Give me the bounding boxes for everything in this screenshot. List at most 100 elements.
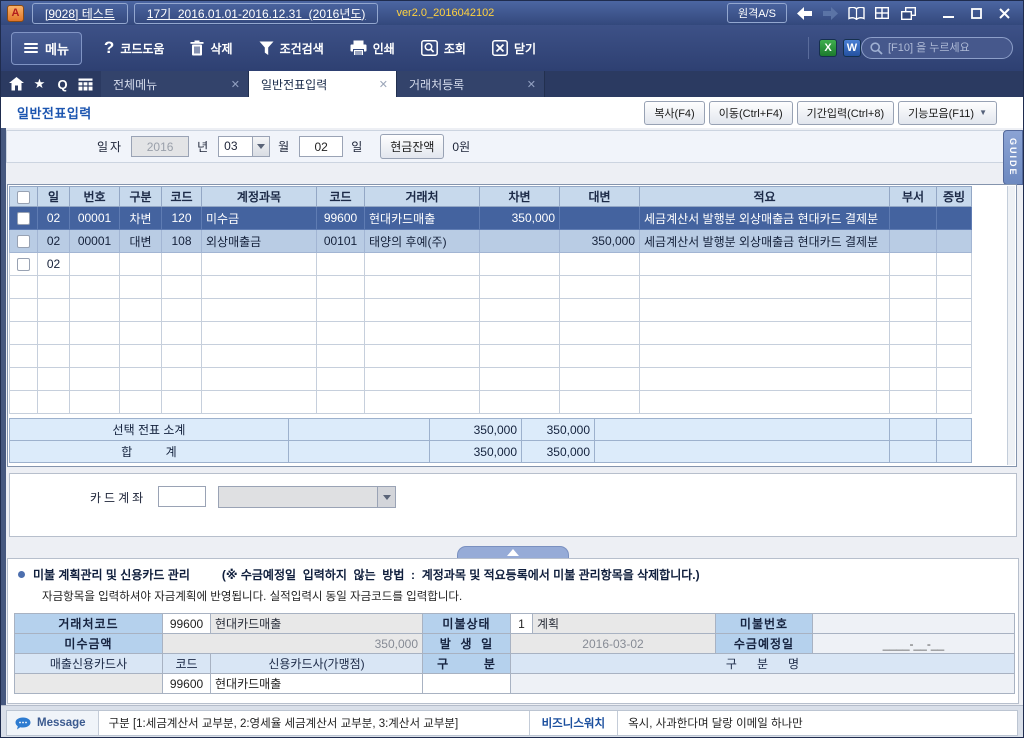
chevron-down-icon[interactable] (252, 137, 270, 156)
month-select[interactable]: 03 (218, 136, 271, 157)
close-window-icon[interactable] (995, 5, 1013, 21)
title-bar: A [9028] 테스트 17기 2016.01.01-2016.12.31 (… (1, 1, 1023, 25)
minimize-icon[interactable] (939, 5, 957, 21)
word-export-icon[interactable]: W (843, 39, 861, 57)
journal-row-selected[interactable]: 02 00001 차변 120 미수금 99600 현대카드매출 350,000… (9, 206, 972, 230)
cash-balance-button[interactable]: 현금잔액 (380, 134, 445, 159)
tab-customer-registration[interactable]: 거래처등록 ✕ (397, 71, 545, 97)
unpaid-status-name: 계획 (532, 613, 716, 634)
grid-empty-row[interactable] (9, 275, 972, 299)
unpaid-status-label: 미불상태 (422, 613, 511, 634)
calendar-icon[interactable] (74, 71, 97, 97)
quick-search-input[interactable] (888, 42, 1006, 54)
copy-button[interactable]: 복사(F4) (644, 100, 705, 125)
grid-empty-row[interactable] (9, 367, 972, 391)
favorites-star-icon[interactable]: ★ (28, 71, 51, 97)
grid-empty-row[interactable] (9, 321, 972, 345)
quick-menu-icon[interactable]: Q (51, 71, 74, 97)
year-label: 년 (197, 140, 211, 154)
close-button[interactable]: 닫기 (491, 40, 536, 57)
row-checkbox[interactable] (17, 235, 30, 249)
manual-book-icon[interactable] (847, 5, 865, 21)
gubun-code-field[interactable] (422, 673, 511, 694)
card-account-code-field[interactable] (158, 486, 207, 507)
due-date-label: 수금예정일 (715, 633, 813, 654)
gubun-name-header: 구 분 명 (510, 653, 1015, 674)
row-checkbox[interactable] (17, 258, 30, 272)
filter-search-button[interactable]: 조건검색 (259, 40, 324, 57)
select-all-checkbox[interactable] (17, 190, 30, 204)
page-title: 일반전표입력 (17, 106, 92, 121)
customer-code-label: 거래처코드 (14, 613, 163, 634)
date-filter-row: 일자 년 03 월 일 현금잔액 0원 (6, 130, 1006, 163)
grid-view-icon[interactable] (873, 5, 891, 21)
unpaid-status-code-field[interactable]: 1 (510, 613, 533, 634)
inquiry-label: 조회 (443, 41, 466, 56)
inquiry-button[interactable]: 조회 (420, 40, 466, 57)
back-arrow-icon[interactable] (795, 5, 813, 21)
col-customer-code: 코드 (316, 186, 365, 207)
move-button[interactable]: 이동(Ctrl+F4) (708, 100, 793, 125)
remote-as-button[interactable]: 원격A/S (727, 3, 787, 23)
tab-close-icon[interactable]: ✕ (231, 78, 240, 91)
home-icon[interactable] (5, 71, 28, 97)
select-all-cell[interactable] (9, 186, 38, 207)
tab-journal-entry[interactable]: 일반전표입력 ✕ (249, 71, 397, 97)
grid-empty-row[interactable] (9, 390, 972, 414)
col-customer: 거래처 (364, 186, 480, 207)
excel-export-icon[interactable]: X (819, 39, 837, 57)
subtotal-debit: 350,000 (429, 418, 522, 441)
delete-button[interactable]: 삭제 (190, 40, 233, 57)
maximize-icon[interactable] (967, 5, 985, 21)
vertical-scrollbar[interactable] (1007, 186, 1015, 465)
col-evidence: 증빙 (936, 186, 972, 207)
row-checkbox[interactable] (17, 212, 30, 226)
chevron-up-icon (507, 549, 519, 556)
search-box-icon (420, 40, 438, 56)
total-debit: 350,000 (429, 440, 522, 463)
function-menu-button[interactable]: 기능모음(F11) ▼ (898, 100, 997, 125)
unpaid-detail-form: 거래처코드 99600 현대카드매출 미불상태 1 계획 미불번호 미수금액 3… (14, 613, 1015, 694)
customer-code-field[interactable]: 99600 (162, 613, 211, 634)
unpaid-management-panel: 미불 계획관리 및 신용카드 관리 (※ 수금예정일 입력하지 않는 방법 : … (7, 558, 1019, 704)
due-date-field[interactable]: ____-__-__ (812, 633, 1015, 654)
day-field[interactable] (299, 136, 344, 157)
card-account-label: 카드계좌 (90, 491, 147, 505)
tab-close-icon[interactable]: ✕ (379, 78, 388, 91)
cascade-windows-icon[interactable] (899, 5, 917, 21)
guide-tab[interactable]: GUIDE (1003, 130, 1023, 185)
subtotal-row: 선택 전표 소계 350,000 350,000 (9, 418, 972, 441)
delete-label: 삭제 (210, 41, 233, 56)
gubun-label: 구 분 (422, 653, 511, 674)
content-frame-edge (1, 128, 6, 705)
unpaid-number-value (812, 613, 1015, 634)
quick-search-box[interactable] (861, 37, 1013, 59)
panel-collapse-handle[interactable] (457, 546, 569, 558)
gubun-name-value (510, 673, 1015, 694)
journal-row-new[interactable]: 02 (9, 252, 972, 276)
news-headline[interactable]: 옥시, 사과한다며 달랑 이메일 하나만 (617, 711, 1017, 735)
grid-empty-row[interactable] (9, 344, 972, 368)
application-window: A [9028] 테스트 17기 2016.01.01-2016.12.31 (… (0, 0, 1024, 738)
hamburger-icon (24, 43, 38, 53)
grid-empty-row[interactable] (9, 298, 972, 322)
tab-all-menu[interactable]: 전체메뉴 ✕ (101, 71, 249, 97)
fiscal-period-selector[interactable]: 17기 2016.01.01-2016.12.31 (2016년도) (133, 2, 379, 24)
chevron-down-icon: ▼ (979, 108, 987, 117)
card-name-value: 현대카드매출 (210, 673, 423, 694)
card-code-field[interactable]: 99600 (162, 673, 211, 694)
print-button[interactable]: 인쇄 (350, 40, 395, 57)
forward-arrow-icon[interactable] (821, 5, 839, 21)
unpaid-number-label: 미불번호 (715, 613, 813, 634)
code-help-label: 코드도움 (120, 41, 165, 56)
section-note: (※ 수금예정일 입력하지 않는 방법 : 계정과목 및 적요등록에서 미불 관… (221, 568, 700, 582)
menu-button[interactable]: 메뉴 (11, 31, 82, 65)
journal-row[interactable]: 02 00001 대변 108 외상매출금 00101 태양의 후예(주) 35… (9, 229, 972, 253)
company-selector[interactable]: [9028] 테스트 (32, 2, 128, 24)
period-input-button[interactable]: 기간입력(Ctrl+8) (796, 100, 895, 125)
code-help-button[interactable]: ? 코드도움 (104, 38, 165, 58)
news-source-label[interactable]: 비즈니스워치 (528, 711, 617, 735)
tab-close-icon[interactable]: ✕ (527, 78, 536, 91)
menu-button-label: 메뉴 (45, 41, 69, 57)
month-value: 03 (224, 139, 238, 153)
